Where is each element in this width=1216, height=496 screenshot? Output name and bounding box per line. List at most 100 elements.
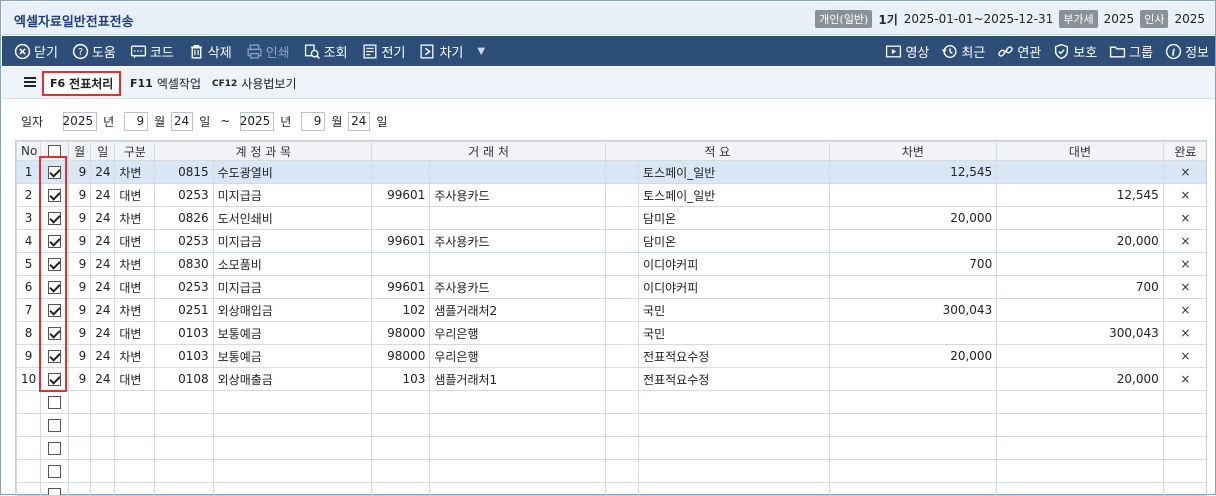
cell-account-name[interactable]: 미지급금 [213, 230, 372, 253]
cell-vendor-code[interactable]: 99601 [372, 230, 430, 253]
cell-type[interactable] [115, 460, 155, 483]
cell-vendor-name[interactable] [430, 483, 606, 496]
cell-type[interactable]: 차변 [115, 299, 155, 322]
cell-vendor-code[interactable]: 98000 [372, 322, 430, 345]
cell-account-code[interactable]: 0815 [155, 161, 213, 184]
cell-credit[interactable] [997, 207, 1164, 230]
cell-month[interactable]: 9 [69, 253, 91, 276]
cell-memo-code[interactable] [605, 230, 638, 253]
cell-type[interactable] [115, 483, 155, 496]
cell-done[interactable] [1163, 414, 1207, 437]
cell-memo-code[interactable] [605, 322, 638, 345]
cell-account-name[interactable]: 소모품비 [213, 253, 372, 276]
cell-check[interactable] [41, 207, 69, 230]
cell-vendor-code[interactable] [372, 253, 430, 276]
cell-vendor-code[interactable]: 103 [372, 368, 430, 391]
excel-work-button[interactable]: F11 엑셀작업 [124, 71, 207, 96]
cell-memo[interactable]: 이디야커피 [639, 276, 830, 299]
cell-memo-code[interactable] [605, 345, 638, 368]
cell-vendor-code[interactable] [372, 161, 430, 184]
cell-vendor-name[interactable] [430, 460, 606, 483]
cell-month[interactable] [69, 414, 91, 437]
cell-debit[interactable] [829, 230, 997, 253]
from-month-input[interactable]: 9 [124, 112, 148, 131]
cell-no[interactable]: 6 [17, 276, 41, 299]
cell-no[interactable] [17, 460, 41, 483]
cell-done[interactable]: × [1163, 276, 1207, 299]
cell-memo[interactable] [639, 437, 830, 460]
cell-account-name[interactable]: 미지급금 [213, 184, 372, 207]
check-all-checkbox[interactable] [48, 145, 61, 158]
cell-account-code[interactable] [155, 460, 213, 483]
cell-type[interactable]: 차변 [115, 161, 155, 184]
table-row[interactable]: 10924대변0108외상매출금103샘플거래처1전표적요수정20,000× [17, 368, 1208, 391]
cell-vendor-name[interactable]: 샘플거래처2 [430, 299, 606, 322]
table-row[interactable]: 8924대변0103보통예금98000우리은행국민300,043× [17, 322, 1208, 345]
cell-debit[interactable]: 700 [829, 253, 997, 276]
cell-memo[interactable]: 전표적요수정 [639, 345, 830, 368]
cell-day[interactable]: 24 [91, 322, 115, 345]
cell-account-code[interactable]: 0108 [155, 368, 213, 391]
cell-no[interactable]: 9 [17, 345, 41, 368]
cell-done[interactable]: × [1163, 207, 1207, 230]
cell-month[interactable] [69, 437, 91, 460]
cell-check[interactable] [41, 253, 69, 276]
cell-memo-code[interactable] [605, 460, 638, 483]
table-row[interactable]: 1924차변0815수도광열비토스페이_일반12,545× [17, 161, 1208, 184]
to-day-input[interactable]: 24 [348, 112, 370, 131]
cell-account-name[interactable] [213, 391, 372, 414]
cell-done[interactable] [1163, 483, 1207, 496]
cell-vendor-name[interactable]: 주사용카드 [430, 230, 606, 253]
cell-debit[interactable] [829, 184, 997, 207]
cell-type[interactable] [115, 391, 155, 414]
cell-type[interactable]: 대변 [115, 184, 155, 207]
cell-done[interactable]: × [1163, 253, 1207, 276]
cell-month[interactable]: 9 [69, 161, 91, 184]
cell-account-name[interactable] [213, 483, 372, 496]
cell-memo[interactable]: 담미온 [639, 230, 830, 253]
empty-row[interactable] [17, 437, 1208, 460]
cell-memo[interactable]: 토스페이_일반 [639, 161, 830, 184]
row-checkbox[interactable] [48, 258, 61, 271]
cell-memo-code[interactable] [605, 299, 638, 322]
cell-day[interactable]: 24 [91, 276, 115, 299]
cell-memo[interactable]: 토스페이_일반 [639, 184, 830, 207]
row-checkbox[interactable] [48, 396, 61, 409]
cell-account-code[interactable]: 0253 [155, 230, 213, 253]
cell-no[interactable]: 4 [17, 230, 41, 253]
cell-type[interactable]: 대변 [115, 276, 155, 299]
cell-vendor-name[interactable] [430, 414, 606, 437]
cell-memo[interactable]: 담미온 [639, 207, 830, 230]
cell-month[interactable]: 9 [69, 184, 91, 207]
cell-memo-code[interactable] [605, 368, 638, 391]
cell-memo-code[interactable] [605, 391, 638, 414]
row-checkbox[interactable] [48, 281, 61, 294]
row-checkbox[interactable] [48, 350, 61, 363]
cell-memo-code[interactable] [605, 414, 638, 437]
cell-debit[interactable] [829, 437, 997, 460]
cell-memo-code[interactable] [605, 276, 638, 299]
cell-vendor-code[interactable] [372, 483, 430, 496]
table-row[interactable]: 9924차변0103보통예금98000우리은행전표적요수정20,000× [17, 345, 1208, 368]
toolbar-more-icon[interactable]: ▼ [477, 46, 485, 57]
row-checkbox[interactable] [48, 304, 61, 317]
cell-type[interactable] [115, 414, 155, 437]
cell-day[interactable]: 24 [91, 184, 115, 207]
cell-account-code[interactable] [155, 414, 213, 437]
cell-check[interactable] [41, 276, 69, 299]
cell-account-name[interactable]: 미지급금 [213, 276, 372, 299]
cell-check[interactable] [41, 437, 69, 460]
cell-month[interactable] [69, 460, 91, 483]
help-button[interactable]: ? 도움 [72, 42, 116, 61]
cell-vendor-name[interactable]: 샘플거래처1 [430, 368, 606, 391]
col-check-all[interactable] [41, 142, 69, 161]
cell-month[interactable] [69, 483, 91, 496]
empty-row[interactable] [17, 414, 1208, 437]
cell-account-code[interactable] [155, 437, 213, 460]
cell-check[interactable] [41, 483, 69, 496]
cell-check[interactable] [41, 230, 69, 253]
protect-button[interactable]: 보호 [1053, 42, 1097, 61]
cell-account-code[interactable]: 0253 [155, 184, 213, 207]
cell-credit[interactable] [997, 414, 1164, 437]
row-checkbox[interactable] [48, 419, 61, 432]
